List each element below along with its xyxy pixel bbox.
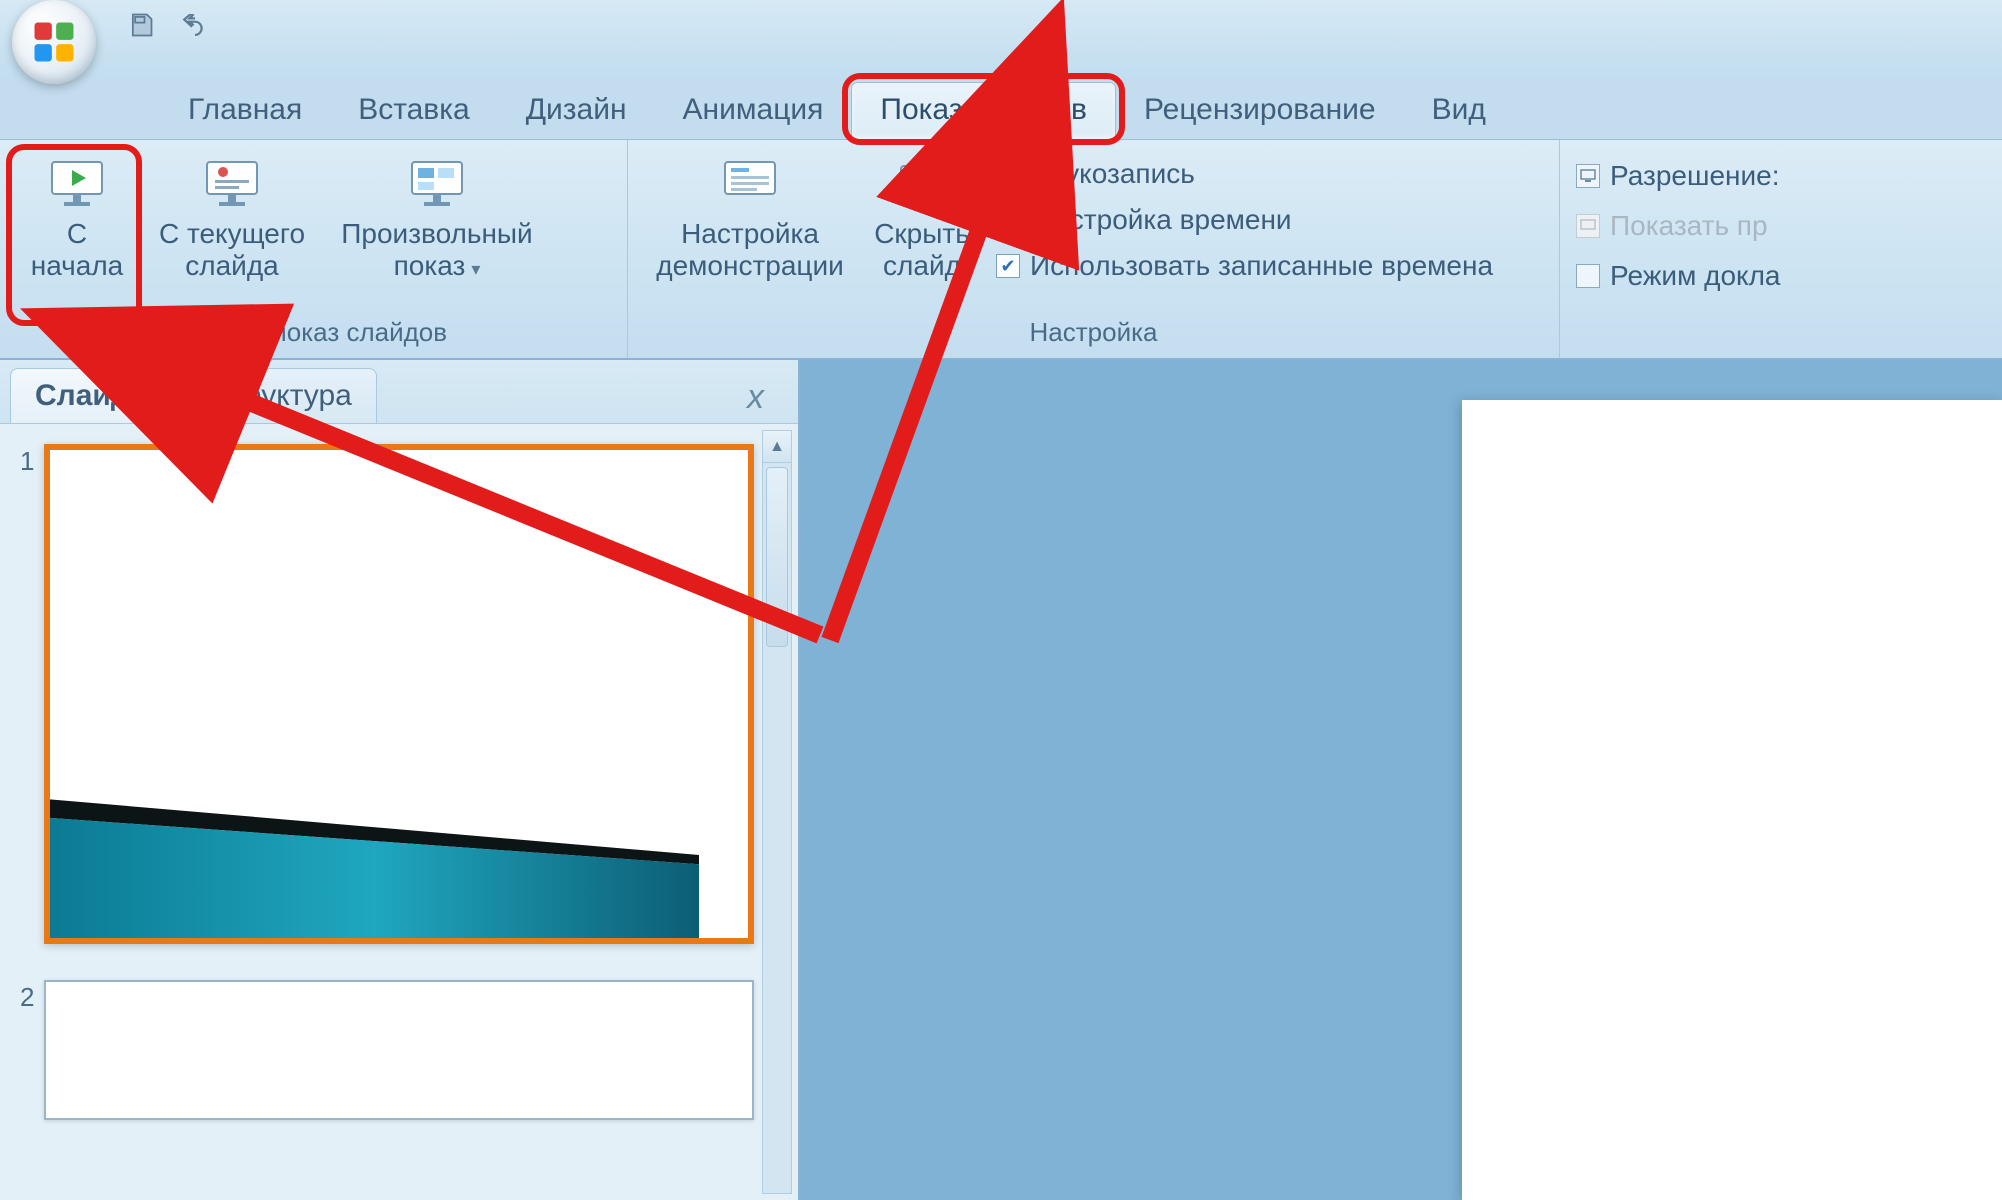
- title-bar: [0, 0, 2002, 80]
- show-on-label: Показать пр: [1610, 210, 1768, 242]
- setup-label-1: Настройка: [681, 218, 819, 250]
- from-current-label-2: слайда: [185, 250, 278, 282]
- hide-slide-button[interactable]: Скрыть слайд: [862, 150, 982, 286]
- slide-canvas[interactable]: [1462, 400, 2002, 1200]
- slide-thumbnail-frame: [44, 980, 754, 1120]
- panel-close-button[interactable]: x: [737, 372, 774, 423]
- slide-editor[interactable]: [800, 360, 2002, 1200]
- from-current-icon: [203, 154, 261, 212]
- ribbon: С начала С текущего слайда Произвольный …: [0, 140, 2002, 360]
- setup-label-2: демонстрации: [656, 250, 843, 282]
- custom-slideshow-button[interactable]: Произвольный показ▾: [322, 150, 552, 284]
- from-current-slide-button[interactable]: С текущего слайда: [148, 150, 316, 284]
- custom-slideshow-label-2: показ▾: [394, 250, 481, 282]
- use-timings-checkbox[interactable]: ✔ Использовать записанные времена: [992, 246, 1497, 286]
- from-beginning-button[interactable]: С начала: [12, 150, 142, 284]
- monitor-icon: [1576, 164, 1600, 188]
- tab-design[interactable]: Дизайн: [498, 83, 655, 139]
- ribbon-group-monitors: Разрешение: Показать пр Режим докла: [1560, 140, 2002, 358]
- from-current-label-1: С текущего: [159, 218, 305, 250]
- ribbon-group-setup: Настройка демонстрации Скрыть слайд Звук…: [628, 140, 1560, 358]
- presenter-view-label: Режим докла: [1610, 260, 1781, 292]
- office-logo-icon: [28, 16, 80, 68]
- from-beginning-label-2: начала: [31, 250, 124, 282]
- ribbon-group-setup-label: Настройка: [640, 317, 1547, 352]
- resolution-dropdown[interactable]: Разрешение:: [1572, 156, 1990, 196]
- save-icon: [127, 11, 155, 39]
- checkbox-icon: ✔: [996, 254, 1020, 278]
- undo-icon: [181, 14, 209, 36]
- from-beginning-label-1: С: [67, 218, 87, 250]
- monitor-icon: [1576, 214, 1600, 238]
- slideshow-setup-button[interactable]: Настройка демонстрации: [640, 150, 860, 286]
- qat-undo-button[interactable]: [174, 6, 216, 44]
- checkbox-icon: [1576, 264, 1600, 288]
- quick-access-toolbar: [120, 4, 216, 46]
- hide-label-2: слайд: [883, 250, 961, 282]
- slideshow-setup-icon: [721, 154, 779, 212]
- record-label: Звукозапись: [1034, 158, 1195, 190]
- rehearse-timings-button[interactable]: Настройка времени: [992, 200, 1497, 240]
- workspace: Слайды Структура x ▲ 1 2: [0, 360, 2002, 1200]
- slide-number: 2: [20, 980, 44, 1120]
- presenter-view-checkbox[interactable]: Режим докла: [1572, 256, 1990, 296]
- hide-label-1: Скрыть: [874, 218, 970, 250]
- office-button[interactable]: [12, 0, 96, 84]
- panel-tab-slides[interactable]: Слайды: [10, 368, 181, 423]
- from-beginning-icon: [48, 154, 106, 212]
- panel-tabs: Слайды Структура x: [0, 360, 798, 424]
- ribbon-group-start: С начала С текущего слайда Произвольный …: [0, 140, 628, 358]
- tab-slideshow-label: Показ слайдов: [880, 93, 1087, 126]
- record-narration-button[interactable]: Звукозапись: [992, 154, 1497, 194]
- slide-thumbnail[interactable]: 2: [20, 980, 754, 1120]
- slides-panel: Слайды Структура x ▲ 1 2: [0, 360, 800, 1200]
- slide-thumbnail[interactable]: 1: [20, 444, 754, 944]
- show-on-dropdown: Показать пр: [1572, 206, 1990, 246]
- tab-slideshow[interactable]: Показ слайдов: [851, 82, 1116, 139]
- tab-home[interactable]: Главная: [160, 83, 330, 139]
- clock-icon: [996, 206, 1024, 234]
- ribbon-group-start-label: Начать показ слайдов: [12, 317, 615, 352]
- scroll-thumb[interactable]: [766, 467, 788, 647]
- rehearse-label: Настройка времени: [1034, 204, 1292, 236]
- scroll-up-button[interactable]: ▲: [763, 431, 791, 463]
- custom-slideshow-icon: [408, 154, 466, 212]
- thumbnails-list: ▲ 1 2: [0, 424, 798, 1200]
- hide-slide-icon: [893, 154, 951, 212]
- record-icon: [996, 160, 1024, 188]
- use-timings-label: Использовать записанные времена: [1030, 250, 1493, 282]
- tab-insert[interactable]: Вставка: [330, 83, 498, 139]
- ribbon-group-monitors-label: [1572, 317, 1990, 352]
- slide-thumbnail-frame: [44, 444, 754, 944]
- thumbnails-scrollbar[interactable]: ▲: [762, 430, 792, 1194]
- panel-tab-outline[interactable]: Структура: [185, 368, 377, 423]
- slide-number: 1: [20, 444, 44, 944]
- tab-view[interactable]: Вид: [1404, 83, 1514, 139]
- qat-save-button[interactable]: [120, 6, 162, 44]
- slide-art-icon: [50, 753, 699, 938]
- resolution-label: Разрешение:: [1610, 160, 1779, 192]
- ribbon-tabs: Главная Вставка Дизайн Анимация Показ сл…: [0, 80, 2002, 140]
- tab-animation[interactable]: Анимация: [655, 83, 852, 139]
- custom-slideshow-label-1: Произвольный: [341, 218, 532, 250]
- chevron-down-icon: ▾: [471, 259, 480, 279]
- tab-review[interactable]: Рецензирование: [1116, 83, 1404, 139]
